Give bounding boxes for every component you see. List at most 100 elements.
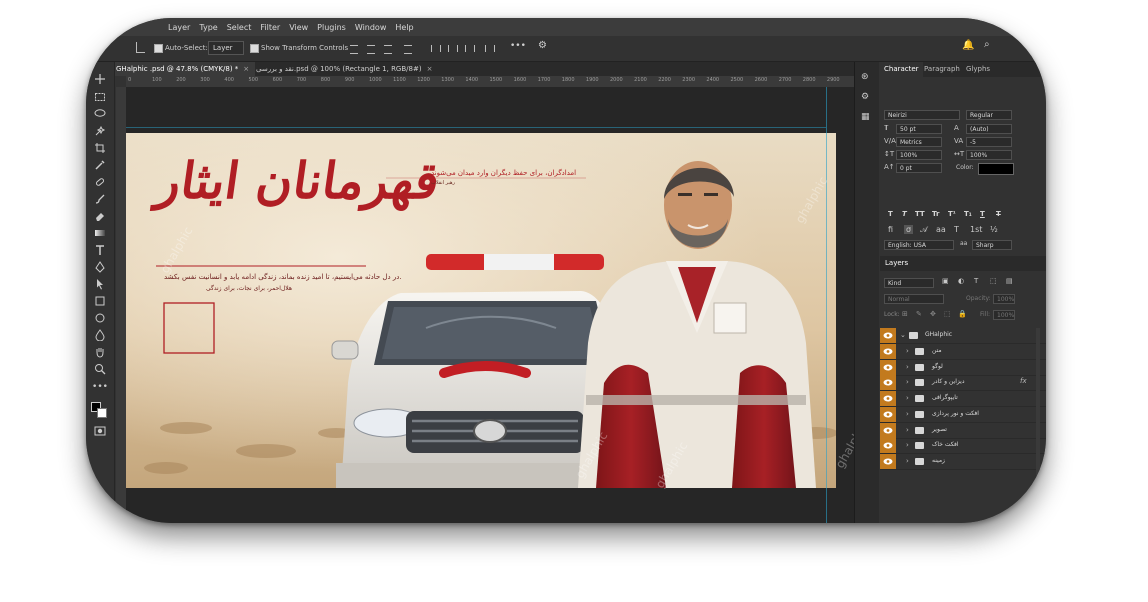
lock-artboard-icon[interactable]: ⬚ (944, 310, 951, 318)
close-icon[interactable]: × (427, 65, 433, 73)
kerning-field[interactable]: Metrics (896, 137, 942, 147)
chevron-right-icon[interactable]: › (906, 394, 909, 402)
tab-ghalphic[interactable]: GHalphic .psd @ 47.8% (CMYK/8) * × (110, 62, 256, 76)
chevron-right-icon[interactable]: › (906, 457, 909, 465)
pen-tool-icon[interactable] (92, 260, 108, 273)
menu-window[interactable]: Window (355, 23, 387, 32)
leading-field[interactable]: (Auto) (966, 124, 1012, 134)
layer-effects-badge[interactable]: fx (1020, 377, 1027, 385)
visibility-eye-icon[interactable] (880, 453, 896, 469)
chevron-right-icon[interactable]: › (906, 441, 909, 449)
language-field[interactable]: English: USA (884, 240, 954, 250)
layer-row[interactable]: › زمینه (880, 453, 1046, 470)
move-tool-icon[interactable] (92, 72, 108, 85)
small-caps-button[interactable]: Tr (932, 210, 939, 218)
menu-filter[interactable]: Filter (260, 23, 280, 32)
path-select-icon[interactable] (92, 277, 108, 290)
chevron-right-icon[interactable]: › (906, 426, 909, 434)
quick-mask-icon[interactable] (92, 424, 108, 437)
visibility-eye-icon[interactable] (880, 344, 896, 359)
tab-paragraph[interactable]: Paragraph (920, 62, 964, 77)
tracking-field[interactable]: -5 (966, 137, 1012, 147)
chevron-right-icon[interactable]: › (906, 347, 909, 355)
search-icon[interactable]: ⌕ (984, 39, 990, 50)
lasso-tool-icon[interactable] (92, 107, 108, 120)
blur-tool-icon[interactable] (92, 328, 108, 341)
align-right-icon[interactable] (384, 45, 392, 54)
history-icon[interactable]: ⊛ (861, 72, 869, 82)
align-left-icon[interactable] (350, 45, 358, 54)
font-size-field[interactable]: 50 pt (896, 124, 942, 134)
tab-glyphs[interactable]: Glyphs (962, 62, 994, 77)
menu-select[interactable]: Select (227, 23, 252, 32)
layer-row[interactable]: › افکت خاک (880, 438, 1046, 455)
transform-controls-checkbox[interactable] (250, 44, 259, 53)
visibility-eye-icon[interactable] (880, 391, 896, 407)
guide-line[interactable] (126, 127, 826, 128)
faux-bold-button[interactable]: T (888, 210, 893, 218)
background-color-swatch[interactable] (97, 408, 107, 418)
menu-type[interactable]: Type (199, 23, 217, 32)
antialias-field[interactable]: Sharp (972, 240, 1012, 250)
close-icon[interactable]: × (243, 65, 249, 73)
visibility-eye-icon[interactable] (880, 328, 896, 343)
superscript-button[interactable]: T¹ (948, 210, 956, 218)
menu-help[interactable]: Help (395, 23, 413, 32)
chevron-right-icon[interactable]: › (906, 410, 909, 418)
font-style-field[interactable]: Regular (966, 110, 1012, 120)
layer-filter-kind[interactable]: Kind (884, 278, 934, 288)
libraries-icon[interactable]: ▦ (861, 112, 870, 122)
titling-icon[interactable]: T (954, 225, 959, 234)
layers-scrollbar[interactable] (1036, 328, 1040, 518)
opacity-field[interactable]: 100% (993, 294, 1015, 304)
filter-smart-icon[interactable]: ▤ (1006, 277, 1013, 285)
visibility-eye-icon[interactable] (880, 422, 896, 438)
align-bottom-icon[interactable] (465, 45, 475, 52)
old-style-icon[interactable]: σ (904, 225, 914, 234)
subscript-button[interactable]: T₁ (964, 210, 972, 218)
menu-layer[interactable]: Layer (168, 23, 190, 32)
tab-character[interactable]: Character (880, 62, 923, 77)
layer-row[interactable]: › دیزاین و کادر fx (880, 375, 1046, 392)
chevron-right-icon[interactable]: › (906, 378, 909, 386)
ordinal-icon[interactable]: 1st (970, 225, 982, 234)
font-family-field[interactable]: Neirizi (884, 110, 960, 120)
swash-icon[interactable]: 𝒜 (920, 225, 928, 235)
menu-view[interactable]: View (289, 23, 308, 32)
canvas-area[interactable]: قهرمانان ایثار امدادگران، برای حفظ دیگرا… (126, 87, 854, 523)
visibility-eye-icon[interactable] (880, 406, 896, 422)
layer-row[interactable]: › افکت و نور پردازی (880, 406, 1046, 423)
layer-row[interactable]: › تصویر (880, 422, 1046, 439)
chevron-down-icon[interactable]: ⌄ (900, 331, 906, 339)
align-middle-icon[interactable] (448, 45, 458, 52)
chevron-right-icon[interactable]: › (906, 363, 909, 371)
more-tools-icon[interactable]: ••• (92, 380, 108, 393)
filter-type-icon[interactable]: T (974, 277, 978, 285)
rectangle-tool-icon[interactable] (92, 294, 108, 307)
visibility-eye-icon[interactable] (880, 359, 896, 375)
crop-tool-icon[interactable] (92, 141, 108, 154)
lock-brush-icon[interactable]: ✎ (916, 310, 922, 318)
all-caps-button[interactable]: TT (915, 210, 925, 218)
lock-pixels-icon[interactable]: ⊞ (902, 310, 908, 318)
align-center-icon[interactable] (367, 45, 375, 54)
quick-select-tool-icon[interactable] (92, 124, 108, 137)
underline-button[interactable]: T (980, 210, 985, 218)
gradient-tool-icon[interactable] (92, 226, 108, 239)
layer-row[interactable]: › لوگو (880, 359, 1046, 376)
filter-adjust-icon[interactable]: ◐ (958, 277, 964, 285)
baseline-shift-field[interactable]: 0 pt (896, 163, 942, 173)
artwork-canvas[interactable]: قهرمانان ایثار امدادگران، برای حفظ دیگرا… (126, 133, 836, 488)
ligatures-icon[interactable]: fi (888, 225, 893, 234)
filter-shape-icon[interactable]: ⬚ (990, 277, 997, 285)
blend-mode-field[interactable]: Normal (884, 294, 944, 304)
layer-row[interactable]: › تایپوگرافی (880, 391, 1046, 408)
dodge-tool-icon[interactable] (92, 311, 108, 324)
menu-plugins[interactable]: Plugins (317, 23, 346, 32)
more-options-button[interactable]: ••• (510, 41, 526, 51)
filter-pixel-icon[interactable]: ▣ (942, 277, 949, 285)
brush-tool-icon[interactable] (92, 192, 108, 205)
eraser-tool-icon[interactable] (92, 209, 108, 222)
visibility-eye-icon[interactable] (880, 375, 896, 391)
properties-icon[interactable]: ⚙ (861, 92, 869, 102)
